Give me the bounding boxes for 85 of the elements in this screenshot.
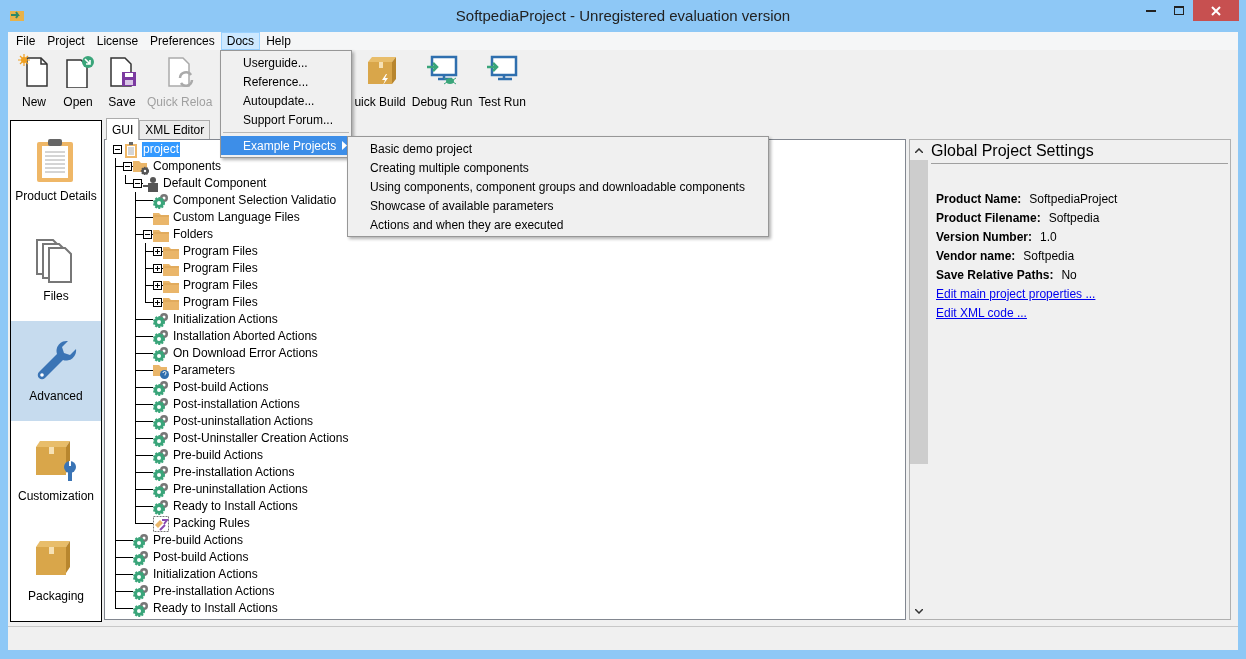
chevron-down-icon (915, 608, 923, 614)
chevron-up-icon (915, 147, 923, 153)
expander-toggle[interactable] (142, 230, 152, 239)
field-label: Product Name: (936, 190, 1022, 208)
menu-item[interactable]: Creating multiple components (348, 158, 768, 177)
tree-item[interactable]: Program Files (182, 261, 259, 276)
expander-toggle[interactable] (152, 247, 162, 256)
toolbar-button[interactable]: uick Build (351, 54, 409, 111)
expander-toggle[interactable] (152, 281, 162, 290)
toolbar-button[interactable]: New (12, 54, 56, 111)
tree-item[interactable]: Packing Rules (172, 516, 251, 531)
menu-item[interactable]: Userguide... (221, 53, 351, 72)
tree-item[interactable]: Pre-build Actions (172, 448, 265, 463)
menu-item[interactable]: Help (260, 32, 297, 50)
tree-item[interactable]: Pre-installation Actions (172, 465, 296, 480)
menu-item[interactable]: Project (41, 32, 91, 50)
app-icon (9, 8, 25, 22)
minimize-icon (1146, 9, 1156, 12)
close-icon (1211, 5, 1221, 16)
submenu-arrow-icon (342, 141, 347, 150)
tree-item[interactable]: Ready to Install Actions (152, 601, 279, 616)
link[interactable]: Edit main project properties ... (936, 284, 1096, 303)
field-value: Softpedia (1023, 247, 1075, 265)
tree-item[interactable]: Pre-installation Actions (152, 584, 276, 599)
tree-item[interactable]: Ready to Install Actions (172, 499, 299, 514)
expander-toggle[interactable] (112, 145, 122, 154)
menu-item[interactable]: Support Forum... (221, 110, 351, 129)
tree-item[interactable]: Parameters (172, 363, 237, 378)
close-button[interactable] (1193, 0, 1239, 21)
menu-item[interactable]: File (10, 32, 42, 50)
maximize-icon (1174, 6, 1184, 15)
gears-icon (133, 600, 149, 617)
panel-heading: Global Project Settings (931, 140, 1228, 164)
field-value: No (1061, 266, 1077, 284)
field-value: 1.0 (1040, 228, 1057, 246)
tab[interactable]: XML Editor (139, 120, 211, 139)
menu-item[interactable]: Using components, component groups and downloadable components (348, 177, 768, 196)
menu-item[interactable]: Autoupdate... (221, 91, 351, 110)
tree-item[interactable]: Default Component (162, 176, 268, 191)
field-value: Softpedia (1048, 209, 1100, 227)
tree-item[interactable]: Post-build Actions (152, 550, 250, 565)
expander-toggle[interactable] (122, 162, 132, 171)
scrollbar-thumb[interactable] (910, 160, 928, 464)
tree-item[interactable]: Pre-uninstallation Actions (172, 482, 309, 497)
field-label: Save Relative Paths: (936, 266, 1054, 284)
menu-item[interactable]: Docs (220, 32, 261, 50)
toolbar-button[interactable]: Save (100, 54, 144, 111)
field-label: Version Number: (936, 228, 1033, 246)
tree-item[interactable]: Installation Aborted Actions (172, 329, 319, 344)
tree-item[interactable]: Initialization Actions (172, 312, 279, 327)
component-icon (143, 175, 159, 192)
expander-toggle[interactable] (152, 264, 162, 273)
menu-item[interactable]: License (90, 32, 145, 50)
tree-item[interactable]: Program Files (182, 295, 259, 310)
tree-item[interactable]: Custom Language Files (172, 210, 301, 225)
window-title: SoftpediaProject - Unregistered evaluation version (454, 5, 792, 26)
tab[interactable]: GUI (106, 118, 140, 140)
menu-item[interactable]: Showcase of available parameters (348, 196, 768, 215)
toolbar-button[interactable]: Test Run (475, 54, 529, 111)
field-label: Vendor name: (936, 247, 1016, 265)
menu-item[interactable]: Basic demo project (348, 139, 768, 158)
tree-item[interactable]: On Download Error Actions (172, 346, 319, 361)
field-value: SoftpediaProject (1029, 190, 1118, 208)
toolbar-button[interactable]: Open (56, 54, 100, 111)
link[interactable]: Edit XML code ... (936, 303, 1027, 322)
tree-item[interactable]: Post-installation Actions (172, 397, 301, 412)
toolbar-button[interactable]: Debug Run (408, 54, 476, 111)
tree-item[interactable]: Post-uninstallation Actions (172, 414, 315, 429)
tree-item[interactable]: Initialization Actions (152, 567, 259, 582)
menu-item[interactable]: Preferences (144, 32, 221, 50)
menu-item[interactable]: Actions and when they are executed (348, 215, 768, 234)
new-document-icon (18, 54, 50, 88)
tree-item[interactable]: Folders (172, 227, 214, 242)
tree-item[interactable]: Components (152, 159, 223, 174)
field-label: Product Filename: (936, 209, 1041, 227)
tree-item[interactable]: Program Files (182, 278, 259, 293)
tree-item[interactable]: Pre-build Actions (152, 533, 245, 548)
expander-toggle[interactable] (152, 298, 162, 307)
sidebar-item[interactable]: Advanced (11, 321, 101, 421)
menu-item[interactable]: Reference... (221, 72, 351, 91)
tree-item[interactable]: Post-build Actions (172, 380, 270, 395)
expander-toggle[interactable] (132, 179, 142, 188)
tree-item[interactable]: Component Selection Validatio (172, 193, 338, 208)
tree-item[interactable]: Post-Uninstaller Creation Actions (172, 431, 350, 446)
tree-item[interactable]: Program Files (182, 244, 259, 259)
